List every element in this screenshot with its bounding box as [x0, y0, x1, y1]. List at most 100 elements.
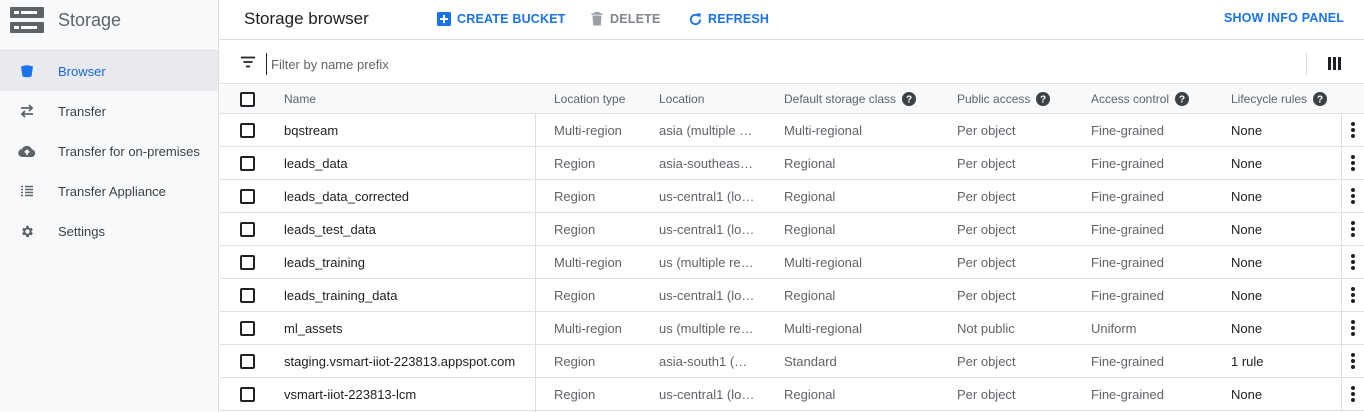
- header-name[interactable]: Name: [284, 85, 534, 113]
- access-control-cell: Fine-grained: [1091, 254, 1164, 270]
- row-checkbox[interactable]: [240, 386, 255, 402]
- help-icon[interactable]: ?: [902, 92, 917, 106]
- location-cell: us-central1 (lo…: [659, 386, 755, 402]
- table-row[interactable]: leads_training Multi-region us (multiple…: [220, 246, 1364, 279]
- row-select-cell: [240, 312, 260, 344]
- svg-text:?: ?: [906, 95, 912, 106]
- help-icon[interactable]: ?: [1313, 92, 1328, 106]
- bucket-name-link[interactable]: bqstream: [284, 123, 338, 138]
- header-access-control[interactable]: Access control ?: [1091, 85, 1216, 113]
- more-actions-button[interactable]: [1341, 147, 1364, 179]
- bucket-name-link[interactable]: leads_training_data: [284, 288, 397, 303]
- more-actions-button[interactable]: [1341, 213, 1364, 245]
- bucket-name-link[interactable]: ml_assets: [284, 321, 343, 336]
- row-select-cell: [240, 246, 260, 278]
- storage-class-cell: Multi-regional: [784, 320, 863, 336]
- table-row[interactable]: vsmart-iiot-223813-lcm Region us-central…: [220, 378, 1364, 411]
- sidebar-item-transfer[interactable]: Transfer: [0, 91, 218, 131]
- row-select-cell: [240, 147, 260, 179]
- sidebar-item-settings[interactable]: Settings: [0, 211, 218, 251]
- bucket-name-link[interactable]: staging.vsmart-iiot-223813.appspot.com: [284, 354, 515, 369]
- table-row[interactable]: leads_training_data Region us-central1 (…: [220, 279, 1364, 312]
- row-checkbox[interactable]: [240, 188, 255, 204]
- help-icon[interactable]: ?: [1036, 92, 1051, 106]
- public-access-cell: Not public: [957, 320, 1015, 336]
- select-all-cell: [240, 85, 260, 113]
- more-vert-icon: [1351, 221, 1355, 237]
- location-type-cell: Region: [554, 221, 596, 237]
- table-row[interactable]: staging.vsmart-iiot-223813.appspot.com R…: [220, 345, 1364, 378]
- delete-label: DELETE: [610, 12, 661, 26]
- bucket-name-link[interactable]: leads_training: [284, 255, 365, 270]
- row-checkbox[interactable]: [240, 221, 255, 237]
- access-control-cell: Fine-grained: [1091, 353, 1164, 369]
- bucket-name-cell: ml_assets: [284, 312, 534, 344]
- buckets-table: Name Location type Location Default stor…: [220, 85, 1364, 412]
- show-info-panel-label: SHOW INFO PANEL: [1224, 11, 1345, 25]
- create-bucket-button[interactable]: CREATE BUCKET: [436, 11, 566, 27]
- storage-class-cell: Standard: [784, 353, 837, 369]
- public-access-cell: Per object: [957, 287, 1016, 303]
- more-actions-button[interactable]: [1341, 246, 1364, 278]
- more-actions-button[interactable]: [1341, 114, 1364, 146]
- table-row[interactable]: bqstream Multi-region asia (multiple … M…: [220, 114, 1364, 147]
- lifecycle-rules-cell: 1 rule: [1231, 353, 1264, 369]
- svg-text:?: ?: [1040, 95, 1046, 106]
- header-storage-class-label: Default storage class: [784, 92, 897, 106]
- more-actions-button[interactable]: [1341, 312, 1364, 344]
- more-vert-icon: [1351, 320, 1355, 336]
- row-checkbox[interactable]: [240, 254, 255, 270]
- column-display-icon[interactable]: [1328, 57, 1341, 73]
- access-control-cell: Fine-grained: [1091, 287, 1164, 303]
- row-checkbox[interactable]: [240, 287, 255, 303]
- bucket-name-link[interactable]: leads_test_data: [284, 222, 376, 237]
- header-public-access[interactable]: Public access ?: [957, 85, 1077, 113]
- transfer-arrows-icon: [18, 102, 36, 120]
- more-actions-button[interactable]: [1341, 279, 1364, 311]
- list-icon: [18, 182, 36, 200]
- more-actions-button[interactable]: [1341, 180, 1364, 212]
- select-all-checkbox[interactable]: [240, 91, 255, 107]
- row-select-cell: [240, 279, 260, 311]
- row-select-cell: [240, 180, 260, 212]
- row-checkbox[interactable]: [240, 155, 255, 171]
- header-lifecycle-rules[interactable]: Lifecycle rules ?: [1231, 85, 1341, 113]
- help-icon[interactable]: ?: [1175, 92, 1190, 106]
- header-location[interactable]: Location: [659, 85, 764, 113]
- more-vert-icon: [1351, 287, 1355, 303]
- row-checkbox[interactable]: [240, 320, 255, 336]
- bucket-name-link[interactable]: leads_data: [284, 156, 348, 171]
- sidebar-item-browser[interactable]: Browser: [0, 51, 218, 91]
- location-type-cell: Multi-region: [554, 254, 622, 270]
- lifecycle-rules-cell: None: [1231, 320, 1263, 336]
- bucket-name-cell: leads_training: [284, 246, 534, 278]
- lifecycle-rules-cell: None: [1231, 386, 1263, 402]
- table-row[interactable]: ml_assets Multi-region us (multiple re… …: [220, 312, 1364, 345]
- location-cell: asia-south1 (…: [659, 353, 748, 369]
- refresh-button[interactable]: REFRESH: [687, 11, 769, 27]
- sidebar-item-transfer-on-premises[interactable]: Transfer for on-premises: [0, 131, 218, 171]
- access-control-cell: Fine-grained: [1091, 155, 1164, 171]
- bucket-name-link[interactable]: leads_data_corrected: [284, 189, 409, 204]
- header-storage-class[interactable]: Default storage class ?: [784, 85, 944, 113]
- trash-icon: [589, 11, 605, 27]
- row-checkbox[interactable]: [240, 353, 255, 369]
- delete-button[interactable]: DELETE: [589, 11, 661, 27]
- table-row[interactable]: leads_data_corrected Region us-central1 …: [220, 180, 1364, 213]
- sidebar-item-transfer-appliance[interactable]: Transfer Appliance: [0, 171, 218, 211]
- more-actions-button[interactable]: [1341, 345, 1364, 377]
- access-control-cell: Fine-grained: [1091, 221, 1164, 237]
- bucket-name-link[interactable]: vsmart-iiot-223813-lcm: [284, 387, 416, 402]
- filter-icon[interactable]: [240, 56, 256, 71]
- filter-input[interactable]: [266, 53, 1166, 75]
- location-type-cell: Region: [554, 386, 596, 402]
- row-checkbox[interactable]: [240, 122, 255, 138]
- table-row[interactable]: leads_data Region asia-southeas… Regiona…: [220, 147, 1364, 180]
- public-access-cell: Per object: [957, 188, 1016, 204]
- header-location-type[interactable]: Location type: [554, 85, 654, 113]
- more-actions-button[interactable]: [1341, 378, 1364, 410]
- lifecycle-rules-cell: None: [1231, 221, 1263, 237]
- table-row[interactable]: leads_test_data Region us-central1 (lo… …: [220, 213, 1364, 246]
- more-vert-icon: [1351, 353, 1355, 369]
- show-info-panel-button[interactable]: SHOW INFO PANEL: [1224, 11, 1344, 25]
